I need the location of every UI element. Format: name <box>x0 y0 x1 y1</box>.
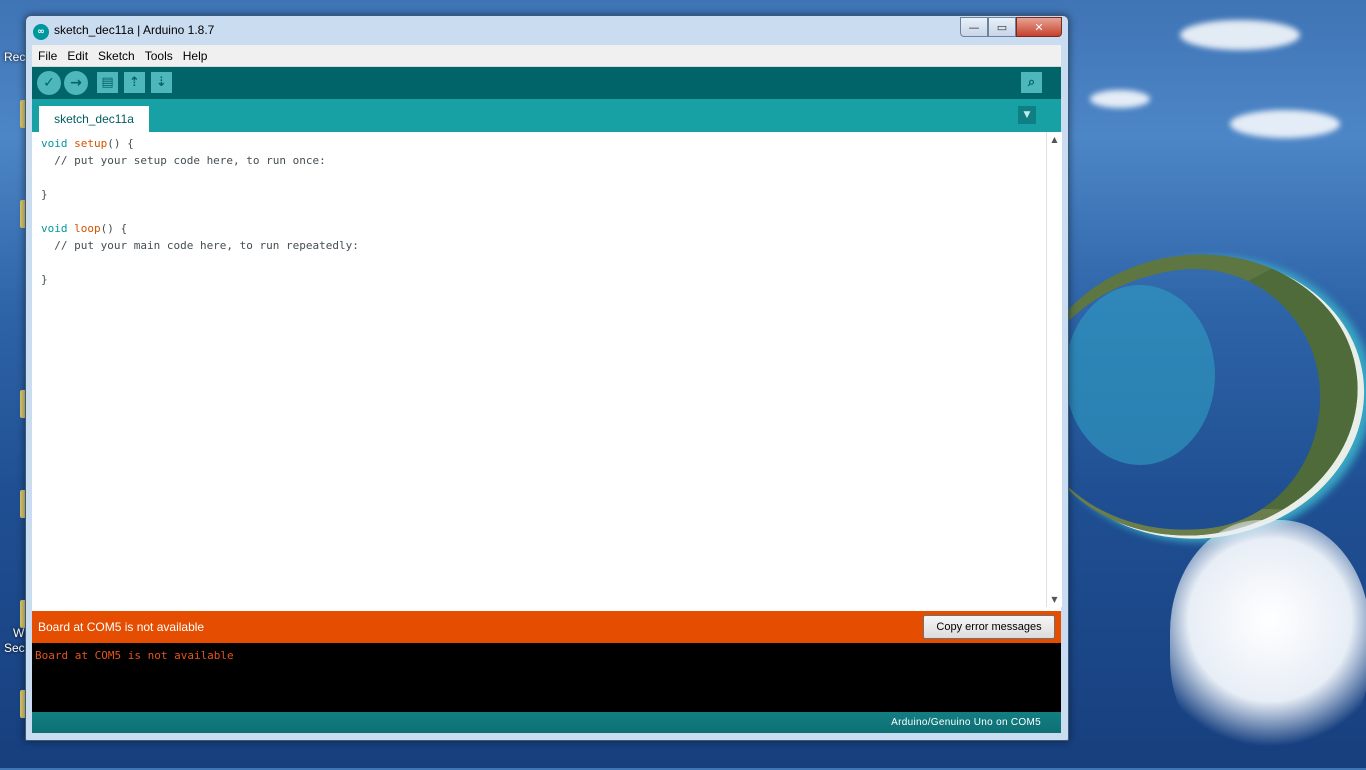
code-editor[interactable]: void setup() { // put your setup code he… <box>32 132 1046 607</box>
menu-sketch[interactable]: Sketch <box>94 49 139 63</box>
toolbar: ✓ → ▤ ⇡ ⇣ ⌕ <box>32 67 1061 99</box>
editor-scrollbar[interactable]: ▲ ▼ <box>1046 132 1062 607</box>
cloud <box>1230 110 1340 138</box>
arduino-logo-icon: ∞ <box>33 24 49 40</box>
tab-sketch[interactable]: sketch_dec11a <box>39 106 149 132</box>
code-function: loop <box>74 222 101 235</box>
code-line: } <box>41 188 48 201</box>
code-function: setup <box>74 137 108 150</box>
code-line: void loop() { <box>41 220 127 237</box>
upload-icon[interactable]: → <box>64 71 88 95</box>
desktop-icon-label: Sec <box>4 641 25 655</box>
code-line: void setup() { <box>41 135 134 152</box>
code-keyword: void <box>41 222 68 235</box>
tab-menu-icon[interactable]: ▼ <box>1018 106 1036 124</box>
window-title: sketch_dec11a | Arduino 1.8.7 <box>54 23 215 37</box>
maximize-button[interactable]: ▭ <box>988 17 1016 37</box>
window-controls: — ▭ ✕ <box>960 17 1062 37</box>
code-text: () { <box>107 137 134 150</box>
code-text: () { <box>100 222 128 235</box>
minimize-button[interactable]: — <box>960 17 988 37</box>
menu-bar: File Edit Sketch Tools Help <box>32 45 1061 67</box>
lagoon-image <box>1065 285 1215 465</box>
console-output[interactable]: Board at COM5 is not available <box>32 643 1061 712</box>
arduino-ide-window: ∞ sketch_dec11a | Arduino 1.8.7 — ▭ ✕ Fi… <box>25 15 1069 741</box>
desktop-icon-label: W <box>13 626 25 640</box>
console-line: Board at COM5 is not available <box>35 649 234 662</box>
menu-tools[interactable]: Tools <box>141 49 177 63</box>
desktop-icon-label: Rec <box>4 50 26 64</box>
serial-monitor-icon[interactable]: ⌕ <box>1021 72 1042 93</box>
board-status: Arduino/Genuino Uno on COM5 <box>891 717 1041 728</box>
scroll-down-icon[interactable]: ▼ <box>1047 595 1062 604</box>
error-bar: Board at COM5 is not available Copy erro… <box>32 611 1061 643</box>
cloud <box>1090 90 1150 108</box>
title-bar[interactable]: ∞ sketch_dec11a | Arduino 1.8.7 — ▭ ✕ <box>26 16 1068 46</box>
close-button[interactable]: ✕ <box>1016 17 1062 37</box>
tab-bar: sketch_dec11a ▼ <box>32 99 1061 132</box>
menu-file[interactable]: File <box>34 49 61 63</box>
status-bar: Arduino/Genuino Uno on COM5 <box>32 712 1061 733</box>
cloud <box>1170 520 1366 770</box>
window-client: File Edit Sketch Tools Help ✓ → ▤ ⇡ ⇣ ⌕ … <box>32 45 1062 733</box>
code-comment: // put your main code here, to run repea… <box>41 239 359 252</box>
menu-help[interactable]: Help <box>179 49 212 63</box>
save-icon[interactable]: ⇣ <box>151 72 172 93</box>
scroll-up-icon[interactable]: ▲ <box>1047 135 1062 144</box>
copy-error-messages-button[interactable]: Copy error messages <box>923 615 1055 639</box>
code-keyword: void <box>41 137 68 150</box>
code-comment: // put your setup code here, to run once… <box>41 154 326 167</box>
verify-icon[interactable]: ✓ <box>37 71 61 95</box>
code-line: } <box>41 273 48 286</box>
menu-edit[interactable]: Edit <box>63 49 92 63</box>
new-sketch-icon[interactable]: ▤ <box>97 72 118 93</box>
open-icon[interactable]: ⇡ <box>124 72 145 93</box>
error-message: Board at COM5 is not available <box>38 620 205 634</box>
cloud <box>1180 20 1300 50</box>
